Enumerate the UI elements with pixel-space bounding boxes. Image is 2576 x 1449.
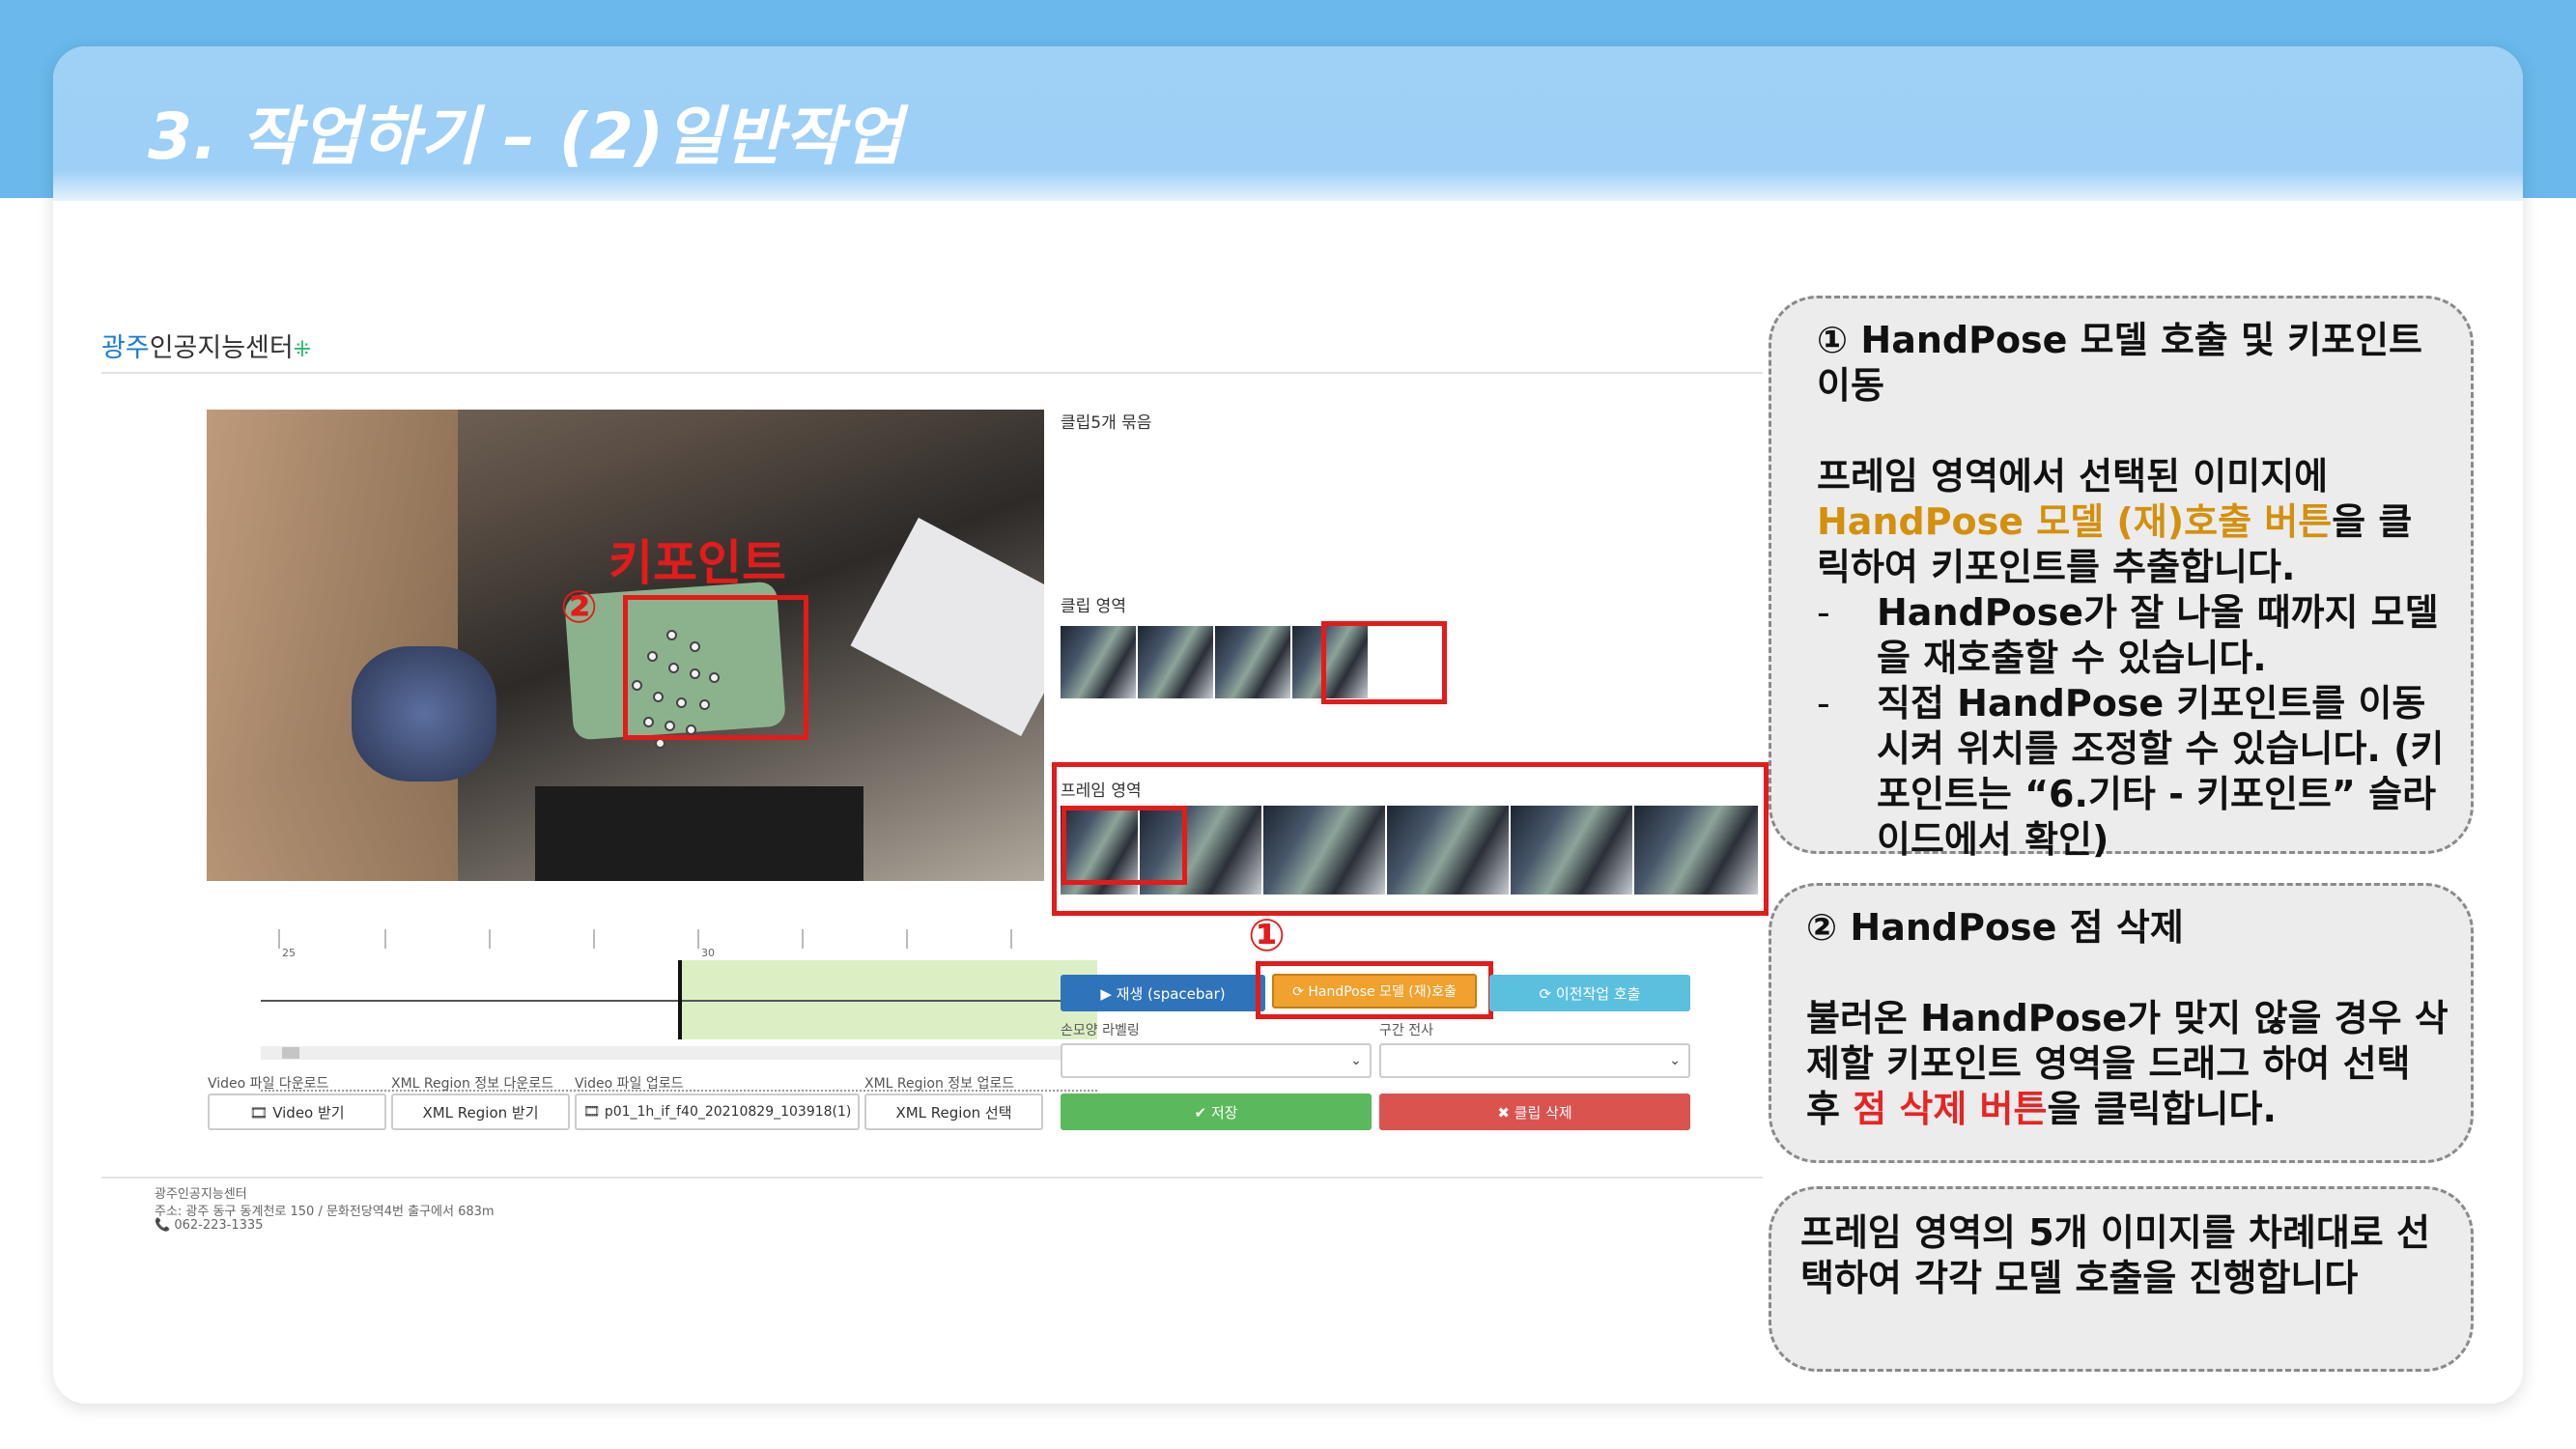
playhead[interactable] <box>678 960 682 1039</box>
selected-clip-box <box>1321 621 1447 704</box>
video-upload-button[interactable]: 🎞 p01_1h_if_f40_20210829_103918(1) <box>575 1094 860 1130</box>
marker-1: ① <box>1248 909 1286 961</box>
footer-phone: 📞 062-223-1335 <box>155 1218 264 1233</box>
keypoint-annotation-label: 키포인트 <box>609 535 786 591</box>
frame-thumbnail[interactable] <box>1511 806 1634 895</box>
video-upload-label: Video 파일 업로드 <box>575 1076 684 1092</box>
bullet-dash: - <box>1817 682 1830 724</box>
clip-thumbnail[interactable] <box>1215 626 1292 698</box>
panel-frame-order: 프레임 영역의 5개 이미지를 차례대로 선택하여 각각 모델 호출을 진행합니… <box>1769 1186 2474 1372</box>
logo-dot-icon: ⁜ <box>293 338 312 362</box>
panel2-title: ② HandPose 점 삭제 <box>1806 906 2184 949</box>
header-divider <box>101 372 1763 374</box>
xml-download-label: XML Region 정보 다운로드 <box>391 1076 554 1092</box>
bullet-dash: - <box>1817 591 1830 634</box>
panel-handpose-delete: ② HandPose 점 삭제 불러온 HandPose가 맞지 않을 경우 삭… <box>1769 883 2474 1163</box>
panel1-line-a: 프레임 영역에서 선택된 이미지에 <box>1817 455 2329 497</box>
slide-card: 3. 작업하기 – (2)일반작업 광주인공지능센터⁜ 키포인트 ② 클립5개 … <box>53 46 2523 1404</box>
chevron-down-icon: ⌄ <box>1669 1053 1681 1068</box>
clip-thumbnail[interactable] <box>1138 626 1215 698</box>
chevron-down-icon: ⌄ <box>1350 1053 1362 1068</box>
video-download-label: Video 파일 다운로드 <box>208 1076 329 1092</box>
panel2-line-b: 을 클릭합니다. <box>2047 1088 2277 1130</box>
frame-area-label: 프레임 영역 <box>1061 781 1142 801</box>
selected-frame-box <box>1062 806 1187 885</box>
footer-divider <box>101 1177 1763 1179</box>
clip-bundle-label: 클립5개 묶음 <box>1061 413 1152 433</box>
logo-text: 인공지능센터 <box>149 333 294 363</box>
frame-thumbnail[interactable] <box>1387 806 1511 895</box>
xml-download-button[interactable]: XML Region 받기 <box>391 1094 570 1130</box>
xml-upload-label: XML Region 정보 업로드 <box>864 1076 1015 1092</box>
delete-clip-button[interactable]: ✖ 클립 삭제 <box>1379 1094 1690 1130</box>
panel1-bullet-1: HandPose가 잘 나올 때까지 모델을 재호출할 수 있습니다. <box>1877 591 2439 679</box>
marker-2: ② <box>560 581 598 633</box>
panel1-title: ① HandPose 모델 호출 및 키포인트 이동 <box>1817 319 2423 407</box>
previous-job-button[interactable]: ⟳ 이전작업 호출 <box>1489 975 1690 1011</box>
video-download-button[interactable]: 🎞 Video 받기 <box>208 1094 386 1130</box>
slide-title: 3. 작업하기 – (2)일반작업 <box>148 99 903 174</box>
footer-name: 광주인공지능센터 <box>155 1187 247 1202</box>
app-logo[interactable]: 광주인공지능센터⁜ <box>101 327 311 364</box>
timeline-ruler[interactable]: 25 30 <box>261 929 1043 959</box>
tick-label: 25 <box>282 947 296 959</box>
panel2-highlight: 점 삭제 버튼 <box>1853 1088 2048 1130</box>
panel3-text: 프레임 영역의 5개 이미지를 차례대로 선택하여 각각 모델 호출을 진행합니… <box>1800 1211 2430 1299</box>
frame-thumbnail[interactable] <box>1634 806 1760 895</box>
panel1-highlight: HandPose 모델 (재)호출 버튼 <box>1817 500 2333 543</box>
clip-thumbnail[interactable] <box>1061 626 1138 698</box>
clip-area-label: 클립 영역 <box>1061 597 1126 616</box>
keypoint-annotation-box <box>623 595 808 740</box>
save-button[interactable]: ✔ 저장 <box>1061 1094 1372 1130</box>
panel1-bullet-2: 직접 HandPose 키포인트를 이동시켜 위치를 조정할 수 있습니다. (… <box>1877 682 2445 861</box>
timeline-scrollbar[interactable] <box>261 1046 1097 1060</box>
tick-label: 30 <box>701 947 715 959</box>
section-transcribe-label: 구간 전사 <box>1379 1023 1433 1038</box>
handpose-recall-button[interactable]: ⟳ HandPose 모델 (재)호출 <box>1272 974 1477 1009</box>
xml-upload-button[interactable]: XML Region 선택 <box>864 1094 1043 1130</box>
section-transcribe-select[interactable]: ⌄ <box>1379 1043 1690 1078</box>
hand-shape-label: 손모양 라벨링 <box>1061 1023 1140 1038</box>
logo-accent: 광주 <box>101 333 150 363</box>
play-button[interactable]: ▶ 재생 (spacebar) <box>1061 975 1265 1011</box>
panel-handpose-call: ① HandPose 모델 호출 및 키포인트 이동 프레임 영역에서 선택된 … <box>1769 296 2474 861</box>
waveform[interactable] <box>261 960 1097 1039</box>
frame-thumbnail[interactable] <box>1263 806 1387 895</box>
footer-address: 주소: 광주 동구 동계천로 150 / 문화전당역4번 출구에서 683m <box>155 1205 495 1219</box>
hand-shape-select[interactable]: ⌄ <box>1061 1043 1372 1078</box>
